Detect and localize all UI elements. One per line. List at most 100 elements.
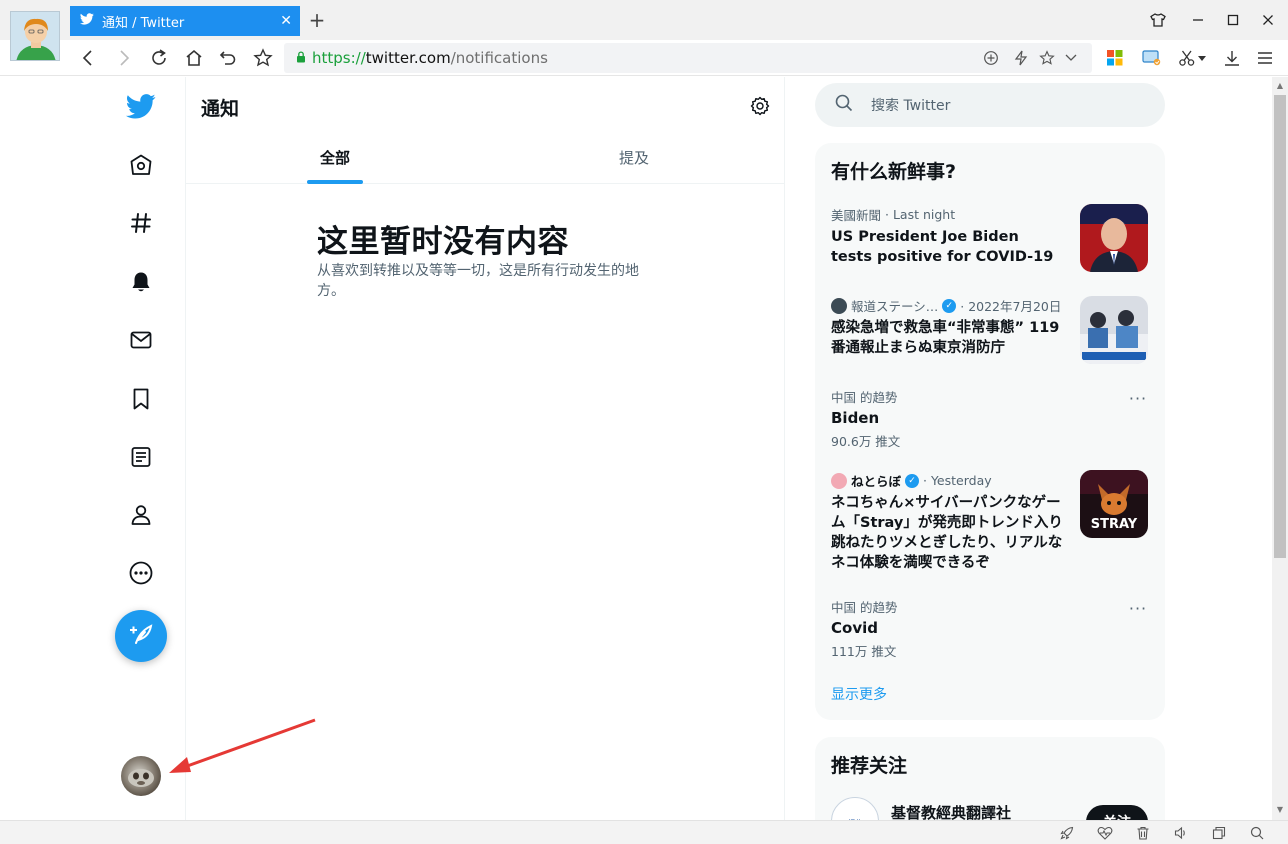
trend-name: Covid — [831, 619, 878, 637]
news-source: 美國新聞 — [831, 208, 882, 223]
browser-tab-active[interactable]: 通知 / Twitter ✕ — [70, 6, 300, 36]
forward-icon[interactable] — [111, 45, 137, 71]
back-icon[interactable] — [75, 45, 101, 71]
tab-mentions[interactable]: 提及 — [619, 130, 649, 184]
news-time: · Yesterday — [923, 473, 992, 488]
active-tab-indicator — [307, 180, 363, 184]
feather-plus-icon — [128, 622, 154, 650]
follow-button[interactable]: 关注 — [1086, 805, 1148, 820]
follow-suggestion-avatar[interactable]: 經典 — [831, 797, 879, 820]
add-circle-icon[interactable] — [980, 47, 1002, 69]
twitter-bird-icon — [79, 13, 94, 29]
settings-gear-icon[interactable] — [748, 94, 772, 118]
apps-grid-icon[interactable] — [1103, 46, 1127, 70]
user-profile-picture[interactable] — [10, 11, 60, 61]
search-input[interactable]: 搜索 Twitter — [815, 83, 1165, 127]
explore-hashtag-icon[interactable] — [122, 204, 160, 242]
news-headline: 感染急増で救急車“非常事態” 119番通報止まらぬ東京消防庁 — [831, 320, 1060, 356]
left-navigation — [0, 77, 186, 820]
messages-mail-icon[interactable] — [122, 321, 160, 359]
compose-tweet-button[interactable] — [115, 610, 167, 662]
more-dots-icon[interactable]: ··· — [1128, 601, 1148, 620]
who-to-follow-card: 推荐关注 經典 基督教經典翻譯社 关注 — [815, 737, 1165, 820]
news-headline: ネコちゃん×サイバーパンクなゲーム「Stray」が発売即トレンド入り 跳ねたりツ… — [831, 495, 1078, 571]
volume-icon[interactable] — [1173, 825, 1189, 841]
news-source: ねとらぼ — [851, 474, 902, 489]
browser-tabbar: 通知 / Twitter ✕ + — [0, 0, 1288, 40]
heart-pulse-icon[interactable] — [1097, 825, 1113, 841]
source-avatar — [831, 297, 847, 314]
twitter-logo-icon[interactable] — [122, 87, 160, 125]
chevron-down-icon[interactable] — [1060, 47, 1082, 69]
trend-item-covid[interactable]: 中国 的趋势 Covid 111万 推文 — [831, 597, 1151, 660]
browser-toolbar: https:// twitter.com /notifications — [0, 40, 1288, 76]
trash-icon[interactable] — [1135, 825, 1151, 841]
more-circle-icon[interactable] — [122, 554, 160, 592]
undo-close-icon[interactable] — [215, 45, 241, 71]
verified-badge-icon: ✓ — [905, 473, 920, 488]
scissors-dropdown-icon[interactable] — [1196, 46, 1208, 70]
download-icon[interactable] — [1220, 46, 1244, 70]
tab-close-icon[interactable]: ✕ — [280, 13, 292, 29]
address-bar[interactable]: https:// twitter.com /notifications — [284, 43, 1092, 73]
lightning-icon[interactable] — [1010, 47, 1032, 69]
notification-tabs: 全部 提及 — [186, 130, 785, 184]
empty-state-description: 从喜欢到转推以及等等一切，这是所有行动发生的地方。 — [317, 263, 639, 299]
maximize-icon[interactable] — [1221, 8, 1245, 32]
scroll-down-icon[interactable]: ▼ — [1275, 805, 1285, 815]
browser-tab-title: 通知 / Twitter — [102, 15, 185, 31]
rocket-icon[interactable] — [1059, 825, 1075, 841]
url-path: /notifications — [450, 49, 548, 67]
favorite-star-icon[interactable] — [1036, 47, 1058, 69]
browser-statusbar — [0, 820, 1288, 844]
home-nav-icon[interactable] — [122, 146, 160, 184]
bookmark-star-icon[interactable] — [250, 45, 276, 71]
zoom-search-icon[interactable] — [1249, 825, 1265, 841]
shirt-icon[interactable] — [1146, 8, 1170, 32]
scroll-up-icon[interactable]: ▲ — [1275, 81, 1285, 91]
menu-icon[interactable] — [1253, 46, 1277, 70]
url-scheme: https:// — [312, 49, 366, 67]
source-avatar — [831, 472, 847, 489]
close-window-icon[interactable] — [1256, 8, 1280, 32]
url-host: twitter.com — [365, 49, 451, 67]
show-more-link[interactable]: 显示更多 — [831, 684, 887, 704]
notifications-column: 通知 全部 提及 这里暂时没有内容 从喜欢到转推以及等等一切，这是所有行动发生的… — [186, 77, 785, 820]
search-icon — [835, 94, 853, 116]
trend-item-biden[interactable]: 中国 的趋势 Biden 90.6万 推文 — [831, 387, 1151, 450]
news-source: 報道ステーシ… — [851, 299, 939, 314]
news-headline: US President Joe Biden tests positive fo… — [831, 229, 1054, 265]
news-thumbnail-stray[interactable]: STRAY — [1080, 470, 1148, 538]
trend-count: 111万 推文 — [831, 644, 897, 659]
empty-state-title: 这里暂时没有内容 — [317, 224, 569, 260]
who-to-follow-title: 推荐关注 — [831, 755, 908, 777]
news-time: · 2022年7月20日 — [960, 299, 1062, 314]
trend-context: 中国 的趋势 — [831, 390, 898, 405]
search-placeholder: 搜索 Twitter — [871, 98, 951, 114]
tab-all[interactable]: 全部 — [320, 130, 350, 184]
minimize-icon[interactable] — [1186, 8, 1210, 32]
trend-context: 中国 的趋势 — [831, 600, 898, 615]
new-tab-button[interactable]: + — [306, 8, 328, 32]
notifications-bell-icon[interactable] — [122, 263, 160, 301]
lock-icon — [296, 49, 306, 67]
home-icon[interactable] — [181, 45, 207, 71]
reload-icon[interactable] — [146, 45, 172, 71]
verified-badge-icon: ✓ — [942, 298, 957, 313]
account-avatar[interactable] — [121, 756, 161, 796]
follow-suggestion-name[interactable]: 基督教經典翻譯社 — [891, 802, 1011, 820]
screen-capture-icon[interactable] — [1140, 46, 1164, 70]
news-thumbnail-biden[interactable] — [1080, 204, 1148, 272]
lists-icon[interactable] — [122, 438, 160, 476]
twitter-page: 通知 全部 提及 这里暂时没有内容 从喜欢到转推以及等等一切，这是所有行动发生的… — [0, 77, 1272, 820]
whats-happening-title: 有什么新鲜事? — [831, 161, 957, 183]
profile-person-icon[interactable] — [122, 496, 160, 534]
trend-count: 90.6万 推文 — [831, 434, 901, 449]
more-dots-icon[interactable]: ··· — [1128, 391, 1148, 410]
bookmarks-icon[interactable] — [122, 380, 160, 418]
news-thumbnail-ambulance[interactable] — [1080, 296, 1148, 364]
page-scrollbar[interactable]: ▲ ▼ — [1272, 77, 1288, 820]
window-restore-icon[interactable] — [1211, 825, 1227, 841]
trend-name: Biden — [831, 409, 880, 427]
scrollbar-thumb[interactable] — [1274, 95, 1286, 558]
